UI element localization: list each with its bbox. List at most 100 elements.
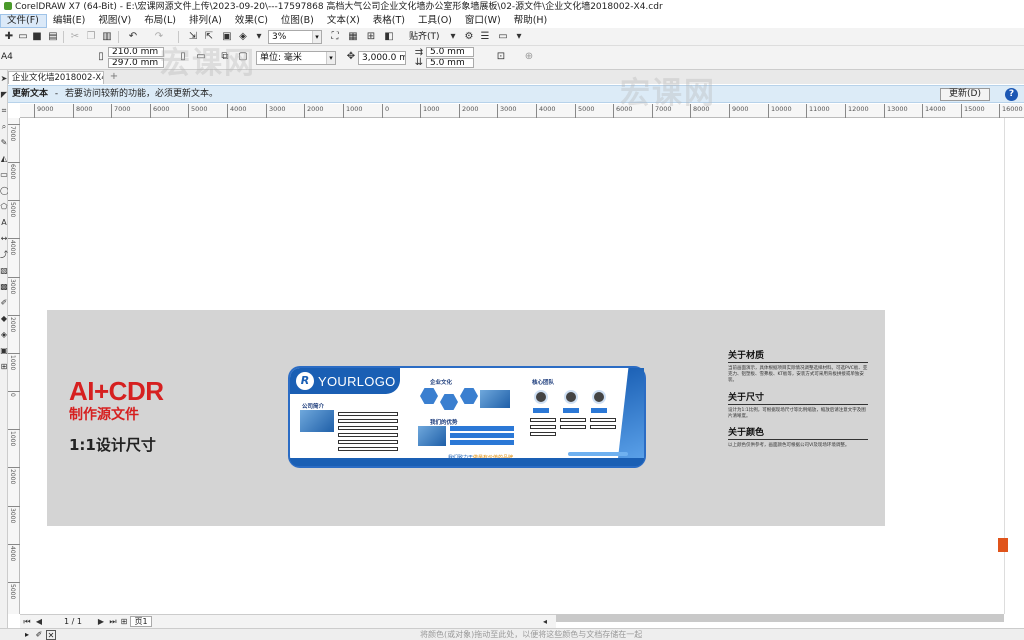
vertical-ruler[interactable]: 7000 6000 5000 4000 3000 2000 1000 0 1000 2000 300…: [8, 118, 20, 614]
add-preset-icon[interactable]: ⊕: [522, 50, 536, 64]
palette-arrow-icon[interactable]: ▸: [22, 630, 32, 640]
document-tab[interactable]: 企业文化墙2018002-X4...: [8, 71, 104, 84]
show-rulers-icon[interactable]: ▦: [346, 30, 360, 44]
show-grid-icon[interactable]: ⊞: [364, 30, 378, 44]
page-navigator: ⏮ ◀ 1 / 1 ▶ ⏭ ⊞ 页1 ◂: [20, 614, 556, 628]
duplicate-y-field[interactable]: 5.0 mm: [426, 58, 474, 68]
app-launcher-dropdown-icon[interactable]: ▾: [252, 30, 266, 44]
first-page-icon[interactable]: ⏮: [22, 615, 32, 628]
outline-tool-icon[interactable]: ▣: [0, 346, 8, 356]
horizontal-scrollbar[interactable]: [556, 614, 1004, 622]
paste-icon[interactable]: ▥: [100, 30, 114, 44]
menu-text[interactable]: 文本(X): [321, 14, 367, 28]
ruler-tick: 5000: [575, 104, 595, 118]
ruler-tick: 7000: [8, 124, 20, 141]
help-icon[interactable]: ?: [1005, 88, 1018, 101]
menu-table[interactable]: 表格(T): [367, 14, 412, 28]
last-page-icon[interactable]: ⏭: [108, 615, 118, 628]
ruler-tick-label: 2000: [462, 105, 479, 113]
import-icon[interactable]: ⇲: [186, 30, 200, 44]
zoom-tool-icon[interactable]: ⌕: [0, 122, 8, 132]
text-tool-icon[interactable]: A: [0, 218, 8, 228]
menu-tools[interactable]: 工具(O): [412, 14, 459, 28]
nudge-distance-field[interactable]: 3,000.0 mm: [358, 51, 406, 65]
update-notification-bar: 更新文本 - 若要访问较新的功能，必须更新文本。 更新(D) ?: [8, 85, 1024, 103]
publish-pdf-icon[interactable]: ▣: [220, 30, 234, 44]
launcher-icon[interactable]: ◈: [236, 30, 250, 44]
cut-icon[interactable]: ✂: [68, 30, 82, 44]
open-folder-icon[interactable]: ▭: [16, 30, 30, 44]
wall-bottom-bar: [290, 458, 644, 466]
all-pages-icon[interactable]: ⧉: [218, 50, 232, 64]
options-gear-icon[interactable]: ⚙: [462, 30, 476, 44]
transparency-tool-icon[interactable]: ▩: [0, 282, 8, 292]
menu-layout[interactable]: 布局(L): [138, 14, 183, 28]
menu-window[interactable]: 窗口(W): [459, 14, 508, 28]
update-text-button[interactable]: 更新(D): [940, 88, 990, 101]
ruler-tick: 2000: [8, 315, 20, 332]
export-icon[interactable]: ⇱: [202, 30, 216, 44]
page-width-field[interactable]: 210.0 mm: [108, 47, 164, 57]
freehand-tool-icon[interactable]: ✎: [0, 138, 8, 148]
zoom-level-field[interactable]: 3% ▾: [268, 30, 322, 44]
parallel-dimension-icon[interactable]: ↔: [0, 234, 8, 244]
interactive-fill-icon[interactable]: ◆: [0, 314, 8, 324]
connector-tool-icon[interactable]: ⤴: [0, 250, 8, 260]
paper-size-value[interactable]: A4: [1, 50, 13, 64]
page-height-field[interactable]: 297.0 mm: [108, 58, 164, 68]
eyedropper-icon[interactable]: ✐: [34, 630, 44, 640]
polygon-tool-icon[interactable]: ⬠: [0, 202, 8, 212]
no-color-swatch-icon[interactable]: ✕: [46, 630, 56, 640]
show-guidelines-icon[interactable]: ◧: [382, 30, 396, 44]
scroll-left-icon[interactable]: ◂: [540, 615, 550, 628]
menu-help[interactable]: 帮助(H): [508, 14, 555, 28]
ellipse-tool-icon[interactable]: ◯: [0, 186, 9, 196]
portrait-icon[interactable]: ▯: [176, 50, 190, 64]
duplicate-x-field[interactable]: 5.0 mm: [426, 47, 474, 57]
current-page-icon[interactable]: ▢: [236, 50, 250, 64]
prev-page-icon[interactable]: ◀: [34, 615, 44, 628]
full-screen-icon[interactable]: ⛶: [328, 30, 342, 44]
application-menu-icon[interactable]: ▭: [496, 30, 510, 44]
color-eyedropper-icon[interactable]: ✐: [0, 298, 8, 308]
snap-options-icon[interactable]: ▾: [446, 30, 460, 44]
new-tab-plus-icon[interactable]: +: [108, 71, 120, 83]
menu-effects[interactable]: 效果(C): [229, 14, 275, 28]
menu-edit[interactable]: 编辑(E): [47, 14, 92, 28]
page-tab[interactable]: 页1: [130, 616, 152, 627]
menu-file[interactable]: 文件(F): [0, 14, 47, 28]
smart-fill-tool-icon[interactable]: ◈: [0, 330, 8, 340]
horizontal-ruler[interactable]: 9000 8000 7000 6000 5000 4000 3000 2000 1000 0 100…: [20, 104, 1024, 118]
next-page-icon[interactable]: ▶: [96, 615, 106, 628]
drawing-canvas[interactable]: 宏课网 宏课网 宏课网 宏课网 AI+CDR 制作源文件 1:1设计尺寸 R Y…: [20, 46, 1004, 614]
pick-tool-icon[interactable]: ➤: [0, 74, 8, 84]
artboard[interactable]: AI+CDR 制作源文件 1:1设计尺寸 R YOURLOGO 公司简介 企业文…: [47, 310, 885, 526]
rectangle-tool-icon[interactable]: ▭: [0, 170, 8, 180]
new-document-icon[interactable]: ✚: [2, 30, 16, 44]
wall-accent-bar: [568, 452, 628, 456]
undo-icon[interactable]: ↶: [126, 30, 140, 44]
menu-bitmaps[interactable]: 位图(B): [275, 14, 321, 28]
crop-tool-icon[interactable]: ⌗: [0, 106, 8, 116]
drop-shadow-icon[interactable]: ▧: [0, 266, 8, 276]
culture-wall-design[interactable]: R YOURLOGO 公司简介 企业文化 我们的优势 核心团队: [290, 368, 644, 466]
menu-view[interactable]: 视图(V): [92, 14, 138, 28]
menu-arrange[interactable]: 排列(A): [183, 14, 229, 28]
save-icon[interactable]: ■: [30, 30, 44, 44]
print-icon[interactable]: ▤: [46, 30, 60, 44]
ruler-tick: 1000: [8, 429, 20, 446]
shape-tool-icon[interactable]: ◤: [0, 90, 8, 100]
redo-icon[interactable]: ↷: [152, 30, 166, 44]
smart-fill-icon[interactable]: ◭: [0, 154, 8, 164]
text-placeholder: [338, 426, 398, 430]
landscape-icon[interactable]: ▭: [194, 50, 208, 64]
copy-icon[interactable]: ❐: [84, 30, 98, 44]
snap-to-dropdown[interactable]: 贴齐(T): [409, 30, 440, 44]
units-dropdown[interactable]: 单位: 毫米 ▾: [256, 51, 336, 65]
add-page-icon[interactable]: ⊞: [119, 615, 129, 628]
treat-as-filled-icon[interactable]: ⊡: [494, 50, 508, 64]
toolbar-options-icon[interactable]: ▾: [512, 30, 526, 44]
expand-toolbox-icon[interactable]: ⊞: [0, 362, 8, 372]
align-icon[interactable]: ☰: [478, 30, 492, 44]
side-flag-icon[interactable]: [998, 538, 1008, 552]
